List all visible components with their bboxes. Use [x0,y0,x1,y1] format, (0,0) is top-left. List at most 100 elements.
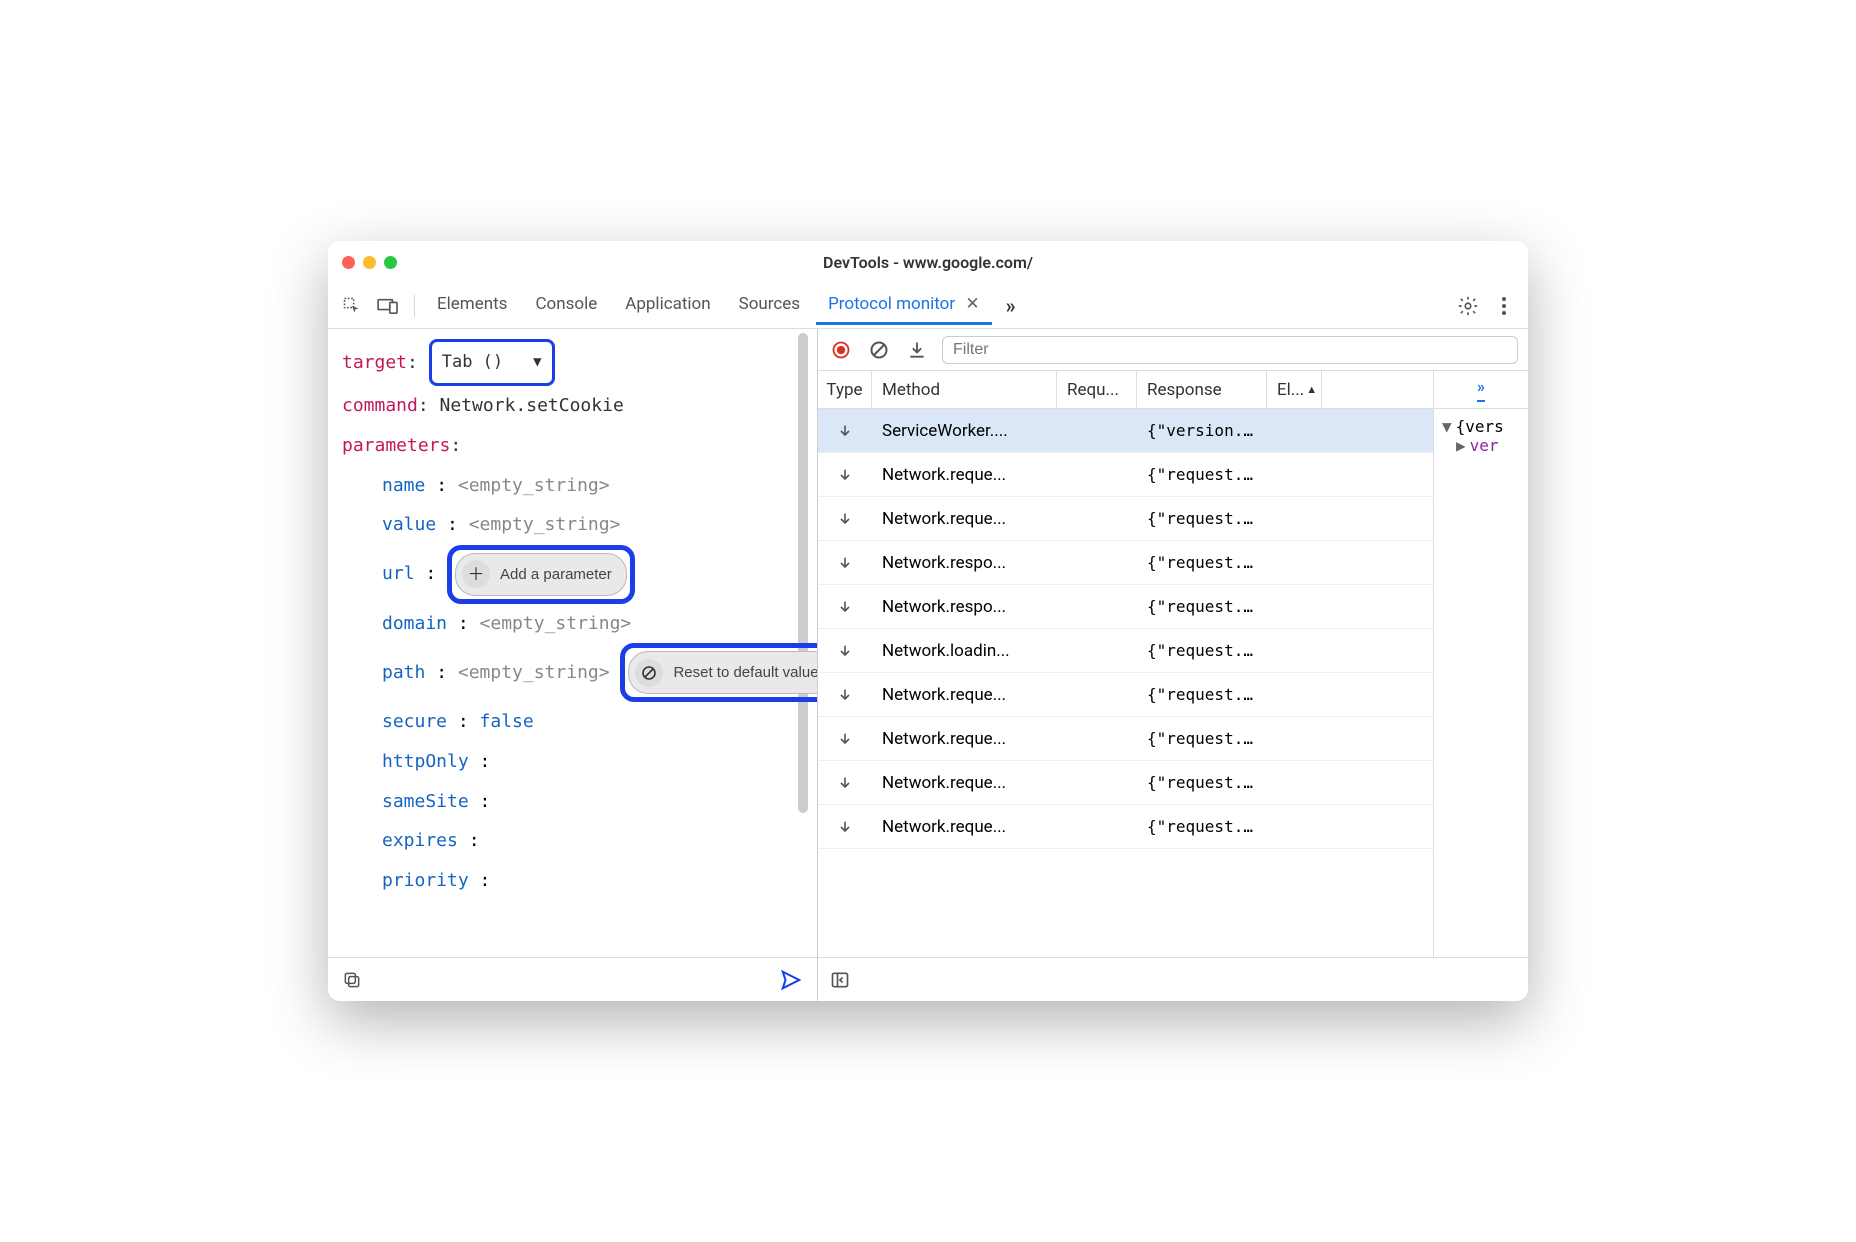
minimize-window-button[interactable] [363,256,376,269]
response-inspector: » ▼{vers ▶ver [1433,371,1528,957]
param-priority[interactable]: priority : [342,861,803,901]
download-icon[interactable] [904,337,930,363]
vertical-scrollbar[interactable] [798,333,808,813]
cell-response: {"request... [1137,641,1267,660]
table-row[interactable]: Network.respo...{"request... [818,585,1433,629]
table-row[interactable]: Network.reque...{"request... [818,497,1433,541]
tab-sources[interactable]: Sources [727,286,812,325]
clear-icon [635,659,663,687]
window-controls [342,256,397,269]
target-label: target [342,343,407,383]
clear-log-icon[interactable] [866,337,892,363]
cell-method: ServiceWorker.... [872,421,1057,441]
col-type[interactable]: Type [818,371,872,408]
tab-protocol-monitor[interactable]: Protocol monitor ✕ [816,286,992,325]
devtools-tabbar: Elements Console Application Sources Pro… [328,283,1528,329]
filter-input[interactable] [942,336,1518,364]
window-title: DevTools - www.google.com/ [328,253,1528,272]
cell-method: Network.reque... [872,685,1057,705]
command-row: command: Network.setCookie [342,386,803,426]
param-samesite[interactable]: sameSite : [342,782,803,822]
command-editor-panel: target: Tab () ▼ command: Network.setCoo… [328,329,818,1001]
maximize-window-button[interactable] [384,256,397,269]
arrow-down-icon [818,598,872,616]
table-row[interactable]: Network.reque... {"request... [818,717,1433,761]
param-name[interactable]: name : <empty_string> [342,466,803,506]
col-request[interactable]: Requ... [1057,371,1137,408]
cell-response: {"request... [1137,509,1267,528]
param-domain[interactable]: domain : <empty_string> [342,604,803,644]
command-editor: target: Tab () ▼ command: Network.setCoo… [328,329,817,957]
command-value[interactable]: Network.setCookie [440,386,624,426]
col-method[interactable]: Method [872,371,1057,408]
chevron-down-icon: ▼ [533,347,541,378]
tab-protocol-monitor-label: Protocol monitor [828,294,955,314]
param-url[interactable]: url : ＋ Add a parameter [342,545,803,604]
cell-method: Network.reque... [872,817,1057,837]
tab-console[interactable]: Console [523,286,609,325]
divider [414,295,415,317]
reset-default-button[interactable]: Reset to default value [628,651,817,694]
editor-footer [328,957,817,1001]
table-row[interactable]: ServiceWorker.... {"version... [818,409,1433,453]
table-row[interactable]: Network.loadin...{"request... [818,629,1433,673]
add-parameter-callout: ＋ Add a parameter [447,545,635,604]
cell-method: Network.reque... [872,465,1057,485]
device-toolbar-icon[interactable] [372,290,404,322]
close-window-button[interactable] [342,256,355,269]
arrow-down-icon [818,730,872,748]
cell-response: {"request... [1137,685,1267,704]
sort-indicator-icon: ▲ [1306,383,1317,396]
inspector-tabs: » [1434,371,1528,409]
inspector-tree[interactable]: ▼{vers ▶ver [1434,409,1528,463]
target-row: target: Tab () ▼ [342,339,803,386]
copy-icon[interactable] [342,970,362,990]
col-response[interactable]: Response [1137,371,1267,408]
log-footer [818,957,1528,1001]
table-row[interactable]: Network.reque... {"request... [818,673,1433,717]
table-row[interactable]: Network.respo... {"request... [818,541,1433,585]
command-label: command [342,386,418,426]
arrow-down-icon [818,686,872,704]
table-row[interactable]: Network.reque... {"request... [818,453,1433,497]
gear-icon[interactable] [1452,290,1484,322]
param-expires[interactable]: expires : [342,821,803,861]
dock-left-icon[interactable] [830,970,850,990]
arrow-down-icon [818,466,872,484]
col-elapsed[interactable]: El...▲ [1267,371,1322,408]
kebab-menu-icon[interactable] [1488,290,1520,322]
param-value[interactable]: value : <empty_string> [342,505,803,545]
param-secure[interactable]: secure : false [342,702,803,742]
cell-response: {"request... [1137,553,1267,572]
send-icon[interactable] [779,969,803,991]
cell-response: {"request... [1137,817,1267,836]
table-row[interactable]: Network.reque...{"request... [818,761,1433,805]
cell-method: Network.respo... [872,553,1057,573]
arrow-down-icon [818,554,872,572]
plus-icon: ＋ [462,560,490,588]
table-body: ServiceWorker.... {"version... Network.req… [818,409,1433,849]
table-row[interactable]: Network.reque... {"request... [818,805,1433,849]
close-icon[interactable]: ✕ [965,294,979,314]
arrow-down-icon [818,774,872,792]
param-httponly[interactable]: httpOnly : [342,742,803,782]
record-icon[interactable] [828,337,854,363]
inspect-element-icon[interactable] [336,290,368,322]
add-parameter-button[interactable]: ＋ Add a parameter [455,553,627,596]
cell-method: Network.reque... [872,729,1057,749]
parameters-row: parameters: [342,426,803,466]
log-table-area: Type Method Requ... Response El...▲ Serv… [818,371,1528,957]
tab-application[interactable]: Application [613,286,722,325]
cell-response: {"request... [1137,773,1267,792]
arrow-down-icon [818,510,872,528]
more-tabs-icon[interactable]: » [996,294,1026,318]
arrow-down-icon [818,642,872,660]
target-select[interactable]: Tab () ▼ [429,339,555,386]
cell-response: {"request... [1137,729,1267,748]
titlebar: DevTools - www.google.com/ [328,241,1528,283]
param-path[interactable]: path : <empty_string> Reset to default v… [342,643,803,702]
tab-elements[interactable]: Elements [425,286,519,325]
more-tabs-icon[interactable]: » [1477,377,1485,402]
cell-response: {"request... [1137,465,1267,484]
cell-response: {"version... [1137,421,1267,440]
